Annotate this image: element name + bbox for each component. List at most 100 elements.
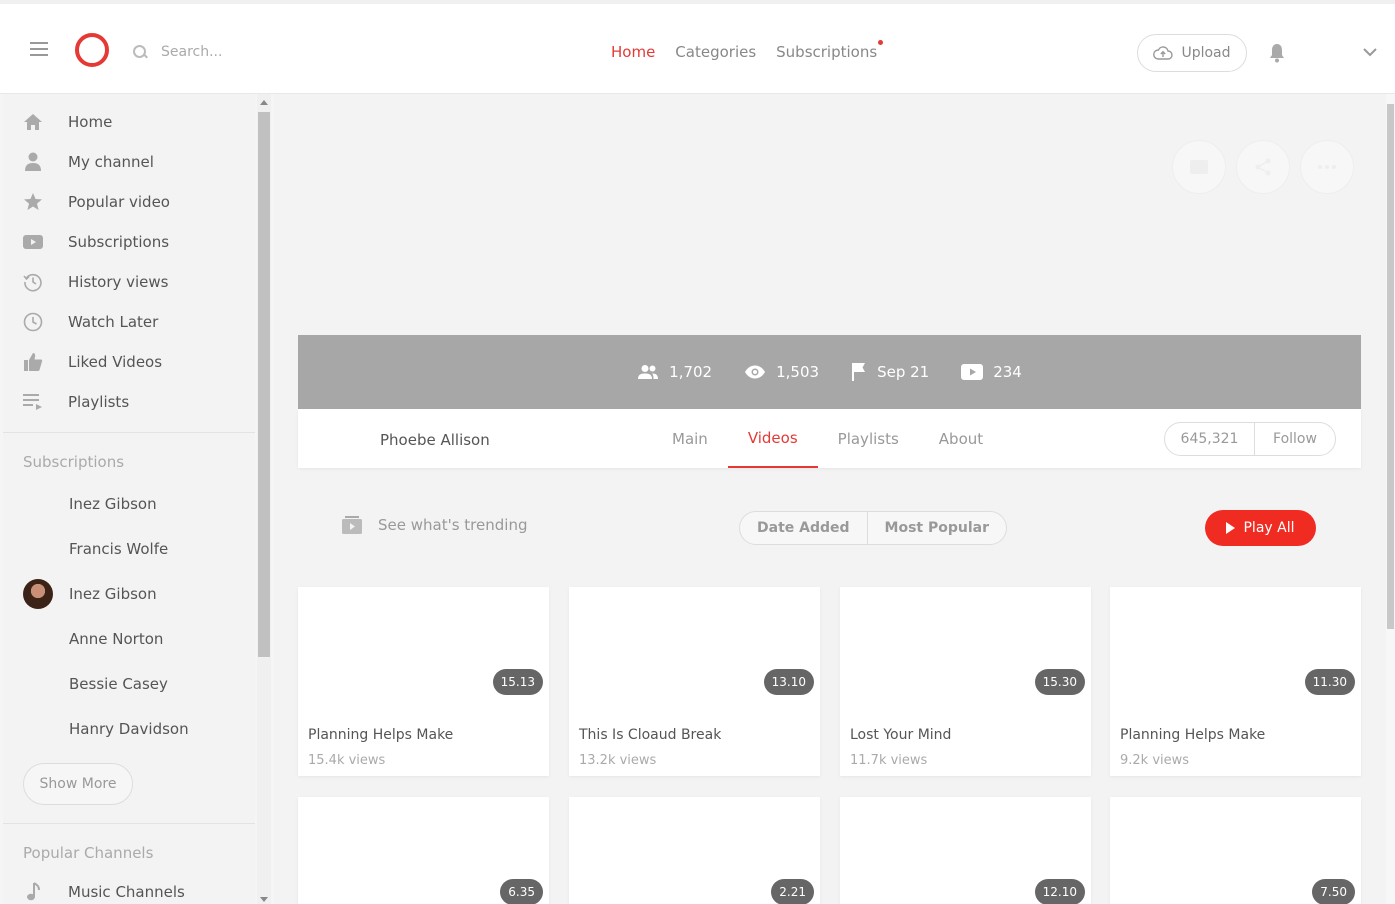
- youtube-icon: [23, 232, 43, 252]
- top-nav-home[interactable]: Home: [611, 43, 655, 61]
- playlist-icon: [23, 392, 43, 412]
- sidebar-item-playlists[interactable]: Playlists: [3, 382, 255, 422]
- cloud-upload-icon: [1153, 46, 1174, 60]
- sidebar-item-music-channels[interactable]: Music Channels: [3, 872, 255, 904]
- video-duration: 15.30: [1034, 669, 1085, 695]
- channel-name: Phoebe Allison: [380, 431, 490, 449]
- follow-group: 645,321 Follow: [1164, 422, 1336, 456]
- tab-playlists[interactable]: Playlists: [818, 409, 919, 468]
- avatar: [23, 489, 53, 519]
- subscription-item[interactable]: Anne Norton: [3, 616, 255, 661]
- avatar: [23, 669, 53, 699]
- stat-value: 1,702: [669, 363, 713, 381]
- sidebar-item-my-channel[interactable]: My channel: [3, 142, 255, 182]
- sidebar-item-label: Subscriptions: [68, 233, 170, 251]
- logo-icon[interactable]: [75, 33, 109, 67]
- video-card[interactable]: 2.21: [569, 797, 820, 904]
- subscription-item[interactable]: Francis Wolfe: [3, 526, 255, 571]
- stat-joined: Sep 21: [851, 362, 929, 382]
- play-all-label: Play All: [1243, 520, 1295, 536]
- video-views: 13.2k views: [579, 753, 657, 768]
- video-title[interactable]: This Is Cloaud Break: [579, 727, 721, 743]
- trending-link[interactable]: See what's trending: [342, 516, 527, 534]
- share-icon: [1255, 158, 1271, 176]
- subscription-item[interactable]: Hanry Davidson: [3, 706, 255, 751]
- message-icon: [1190, 160, 1208, 174]
- sidebar-item-subscriptions[interactable]: Subscriptions: [3, 222, 255, 262]
- subscription-item[interactable]: Inez Gibson: [3, 571, 255, 616]
- video-duration: 15.13: [492, 669, 543, 695]
- more-button[interactable]: [1300, 140, 1354, 194]
- scroll-up-icon[interactable]: [260, 100, 268, 105]
- video-card[interactable]: 15.30 Lost Your Mind 11.7k views: [840, 587, 1091, 776]
- avatar: [23, 624, 53, 654]
- sidebar-item-history-views[interactable]: History views: [3, 262, 255, 302]
- search-icon: [133, 45, 147, 59]
- subscription-item[interactable]: Bessie Casey: [3, 661, 255, 706]
- video-title[interactable]: Planning Helps Make: [308, 727, 453, 743]
- scroll-down-icon[interactable]: [260, 897, 268, 902]
- sort-group: Date Added Most Popular: [739, 511, 1007, 545]
- eye-icon: [745, 365, 766, 379]
- bell-icon[interactable]: [1268, 43, 1286, 63]
- thumbs-up-icon: [23, 352, 43, 372]
- message-button[interactable]: [1172, 140, 1226, 194]
- sidebar-item-label: Watch Later: [68, 313, 159, 331]
- more-icon: [1318, 165, 1336, 169]
- tab-videos[interactable]: Videos: [727, 409, 818, 468]
- video-card[interactable]: 11.30 Planning Helps Make 9.2k views: [1110, 587, 1361, 776]
- stat-value: Sep 21: [877, 363, 930, 381]
- scrollbar-thumb[interactable]: [1387, 104, 1394, 629]
- home-icon: [23, 112, 43, 132]
- chevron-down-icon[interactable]: [1362, 46, 1378, 58]
- clock-icon: [23, 312, 43, 332]
- video-card[interactable]: 6.35: [298, 797, 549, 904]
- video-title[interactable]: Lost Your Mind: [850, 727, 951, 743]
- upload-button[interactable]: Upload: [1137, 34, 1247, 72]
- channel-tabs: Main Videos Playlists About: [652, 409, 1003, 468]
- sidebar-item-popular-video[interactable]: Popular video: [3, 182, 255, 222]
- stat-subscribers: 1,702: [637, 363, 712, 381]
- trending-video-icon: [342, 516, 362, 534]
- sidebar-item-liked-videos[interactable]: Liked Videos: [3, 342, 255, 382]
- video-duration: 7.50: [1312, 879, 1355, 904]
- sidebar-item-watch-later[interactable]: Watch Later: [3, 302, 255, 342]
- video-card[interactable]: 12.10: [840, 797, 1091, 904]
- sidebar-item-label: Home: [68, 113, 113, 131]
- video-card[interactable]: 7.50: [1110, 797, 1361, 904]
- share-button[interactable]: [1236, 140, 1290, 194]
- sidebar-item-label: Playlists: [68, 393, 130, 411]
- menu-icon[interactable]: [30, 42, 48, 56]
- main-scrollbar[interactable]: [1386, 94, 1395, 904]
- avatar: [23, 578, 53, 609]
- sidebar-scrollbar[interactable]: [257, 94, 271, 904]
- sidebar-item-label: Liked Videos: [68, 353, 163, 371]
- show-more-button[interactable]: Show More: [23, 763, 133, 805]
- tab-about[interactable]: About: [919, 409, 1003, 468]
- video-card[interactable]: 15.13 Planning Helps Make 15.4k views: [298, 587, 549, 776]
- avatar: [23, 534, 53, 564]
- video-duration: 11.30: [1304, 669, 1355, 695]
- avatar: [23, 714, 53, 744]
- sidebar-divider: [3, 432, 255, 433]
- upload-label: Upload: [1181, 45, 1231, 61]
- tab-main[interactable]: Main: [652, 409, 728, 468]
- play-all-button[interactable]: Play All: [1205, 510, 1316, 546]
- top-nav-subscriptions[interactable]: Subscriptions: [776, 40, 884, 61]
- top-nav-categories[interactable]: Categories: [675, 43, 756, 61]
- sidebar: Home My channel Popular video Subscripti…: [3, 94, 255, 904]
- sidebar-item-home[interactable]: Home: [3, 102, 255, 142]
- sort-date-added[interactable]: Date Added: [740, 512, 868, 544]
- subscription-name: Hanry Davidson: [69, 719, 189, 738]
- scrollbar-thumb[interactable]: [258, 112, 270, 657]
- subscription-name: Francis Wolfe: [69, 539, 169, 558]
- play-icon: [1226, 522, 1236, 534]
- sort-most-popular[interactable]: Most Popular: [868, 512, 1006, 544]
- flag-icon: [852, 363, 866, 381]
- subscription-item[interactable]: Inez Gibson: [3, 481, 255, 526]
- video-card[interactable]: 13.10 This Is Cloaud Break 13.2k views: [569, 587, 820, 776]
- stat-value: 234: [993, 363, 1022, 381]
- video-title[interactable]: Planning Helps Make: [1120, 727, 1265, 743]
- follow-button[interactable]: Follow: [1255, 423, 1335, 455]
- search-input[interactable]: [161, 44, 321, 60]
